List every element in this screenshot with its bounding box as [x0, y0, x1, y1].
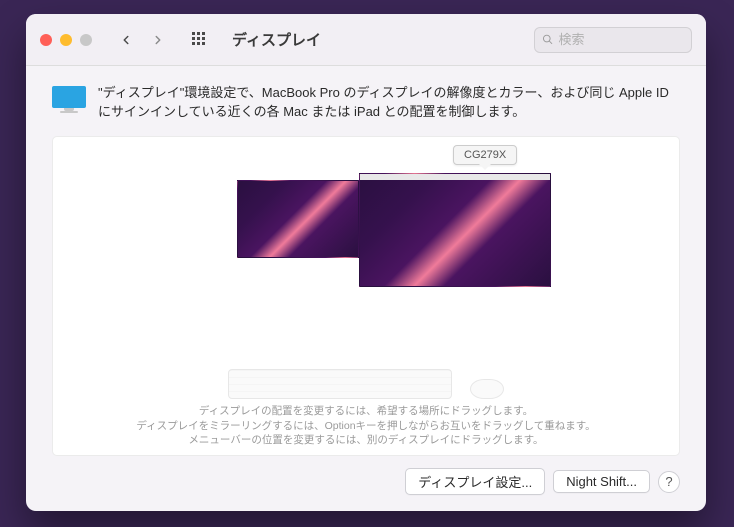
window-title: ディスプレイ [232, 29, 321, 50]
keyboard-mouse-illustration [53, 369, 679, 399]
window-controls [40, 34, 92, 46]
zoom-window-icon [80, 34, 92, 46]
mouse-icon [470, 379, 504, 399]
preferences-window: ディスプレイ "ディスプレイ"環境設定で、MacBook Pro のディスプレイ… [26, 14, 706, 511]
forward-button [144, 28, 172, 52]
search-icon [542, 33, 553, 46]
search-input[interactable] [558, 32, 684, 47]
close-window-icon[interactable] [40, 34, 52, 46]
toolbar: ディスプレイ [26, 14, 706, 66]
content-area: "ディスプレイ"環境設定で、MacBook Pro のディスプレイの解像度とカラ… [26, 66, 706, 511]
footer-buttons: ディスプレイ設定... Night Shift... ? [52, 468, 680, 495]
display-tooltip: CG279X [453, 145, 517, 165]
intro-text: "ディスプレイ"環境設定で、MacBook Pro のディスプレイの解像度とカラ… [98, 84, 680, 122]
keyboard-icon [228, 369, 452, 399]
display-thumbnail-primary[interactable] [359, 173, 551, 287]
arrangement-panel: CG279X ディスプレイの配置を変更するには、希望する場所にドラッグします。 … [52, 136, 680, 456]
display-icon [52, 84, 86, 122]
hint-line: メニューバーの位置を変更するには、別のディスプレイにドラッグします。 [63, 433, 669, 447]
intro-row: "ディスプレイ"環境設定で、MacBook Pro のディスプレイの解像度とカラ… [52, 84, 680, 122]
search-field[interactable] [534, 27, 692, 53]
display-thumbnail-secondary[interactable] [237, 180, 359, 258]
help-button[interactable]: ? [658, 471, 680, 493]
hint-line: ディスプレイをミラーリングするには、Optionキーを押しながらお互いをドラッグ… [63, 419, 669, 433]
display-settings-button[interactable]: ディスプレイ設定... [405, 468, 545, 495]
back-button[interactable] [112, 28, 140, 52]
arrangement-area[interactable]: CG279X ディスプレイの配置を変更するには、希望する場所にドラッグします。 … [53, 137, 679, 455]
hint-line: ディスプレイの配置を変更するには、希望する場所にドラッグします。 [63, 404, 669, 418]
nav-buttons [112, 28, 172, 52]
show-all-button[interactable] [186, 28, 214, 52]
minimize-window-icon[interactable] [60, 34, 72, 46]
arrangement-hints: ディスプレイの配置を変更するには、希望する場所にドラッグします。 ディスプレイを… [53, 404, 679, 447]
night-shift-button[interactable]: Night Shift... [553, 470, 650, 493]
